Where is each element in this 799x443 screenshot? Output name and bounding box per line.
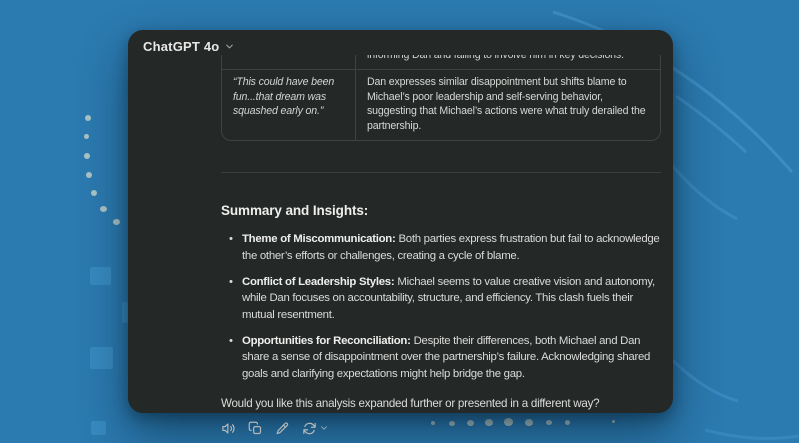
table-cell-quote: “This could have been fun...that dream w… bbox=[222, 69, 356, 140]
table-cell-analysis-clipped: informing Dan and failing to involve him… bbox=[356, 55, 660, 69]
insight-title: Theme of Miscommunication: bbox=[242, 233, 395, 245]
regenerate-button[interactable] bbox=[302, 421, 329, 436]
insight-title: Conflict of Leadership Styles: bbox=[242, 276, 394, 288]
decor-dot bbox=[86, 172, 92, 178]
decor-dot bbox=[84, 134, 89, 139]
model-label: ChatGPT 4o bbox=[143, 39, 219, 54]
edit-button[interactable] bbox=[275, 421, 290, 436]
decor-dot bbox=[91, 190, 97, 196]
read-aloud-button[interactable] bbox=[221, 421, 236, 436]
decor-dot bbox=[113, 219, 120, 225]
table-cell-analysis: Dan expresses similar disappointment but… bbox=[356, 69, 660, 140]
decor-square bbox=[90, 347, 113, 369]
analysis-text: Dan expresses similar disappointment but… bbox=[367, 76, 645, 132]
insight-title: Opportunities for Reconciliation: bbox=[242, 335, 411, 347]
pencil-icon bbox=[275, 421, 290, 436]
decor-square bbox=[90, 267, 111, 285]
assistant-message: informing Dan and failing to involve him… bbox=[221, 55, 661, 436]
regenerate-icon bbox=[302, 421, 317, 436]
table-cell-quote-clipped bbox=[222, 55, 356, 69]
summary-heading: Summary and Insights: bbox=[221, 203, 661, 218]
chevron-down-icon bbox=[319, 423, 329, 433]
insight-item-miscommunication: Theme of Miscommunication:Both parties e… bbox=[242, 231, 661, 264]
analysis-table: informing Dan and failing to involve him… bbox=[221, 55, 661, 141]
copy-icon bbox=[248, 421, 263, 436]
decor-dot bbox=[100, 206, 107, 212]
copy-button[interactable] bbox=[248, 421, 263, 436]
insights-list: Theme of Miscommunication:Both parties e… bbox=[221, 231, 661, 381]
decor-dot bbox=[84, 153, 90, 159]
section-divider bbox=[221, 172, 661, 173]
insight-item-reconciliation: Opportunities for Reconciliation:Despite… bbox=[242, 333, 661, 382]
decor-square bbox=[91, 421, 106, 435]
chevron-down-icon bbox=[224, 41, 235, 52]
closing-question: Would you like this analysis expanded fu… bbox=[221, 397, 661, 410]
desktop-background: { "colors": { "page_bg": "#2b7ab0", "win… bbox=[0, 0, 799, 443]
message-action-bar bbox=[221, 421, 661, 436]
model-selector[interactable]: ChatGPT 4o bbox=[143, 39, 235, 54]
clipped-row-text: informing Dan and failing to involve him… bbox=[367, 55, 649, 63]
decor-dot bbox=[85, 115, 91, 121]
quote-text: “This could have been fun...that dream w… bbox=[233, 76, 334, 117]
chatgpt-window: ChatGPT 4o informing Dan and failing to … bbox=[128, 30, 673, 413]
speaker-icon bbox=[221, 421, 236, 436]
insight-item-leadership-styles: Conflict of Leadership Styles:Michael se… bbox=[242, 274, 661, 323]
